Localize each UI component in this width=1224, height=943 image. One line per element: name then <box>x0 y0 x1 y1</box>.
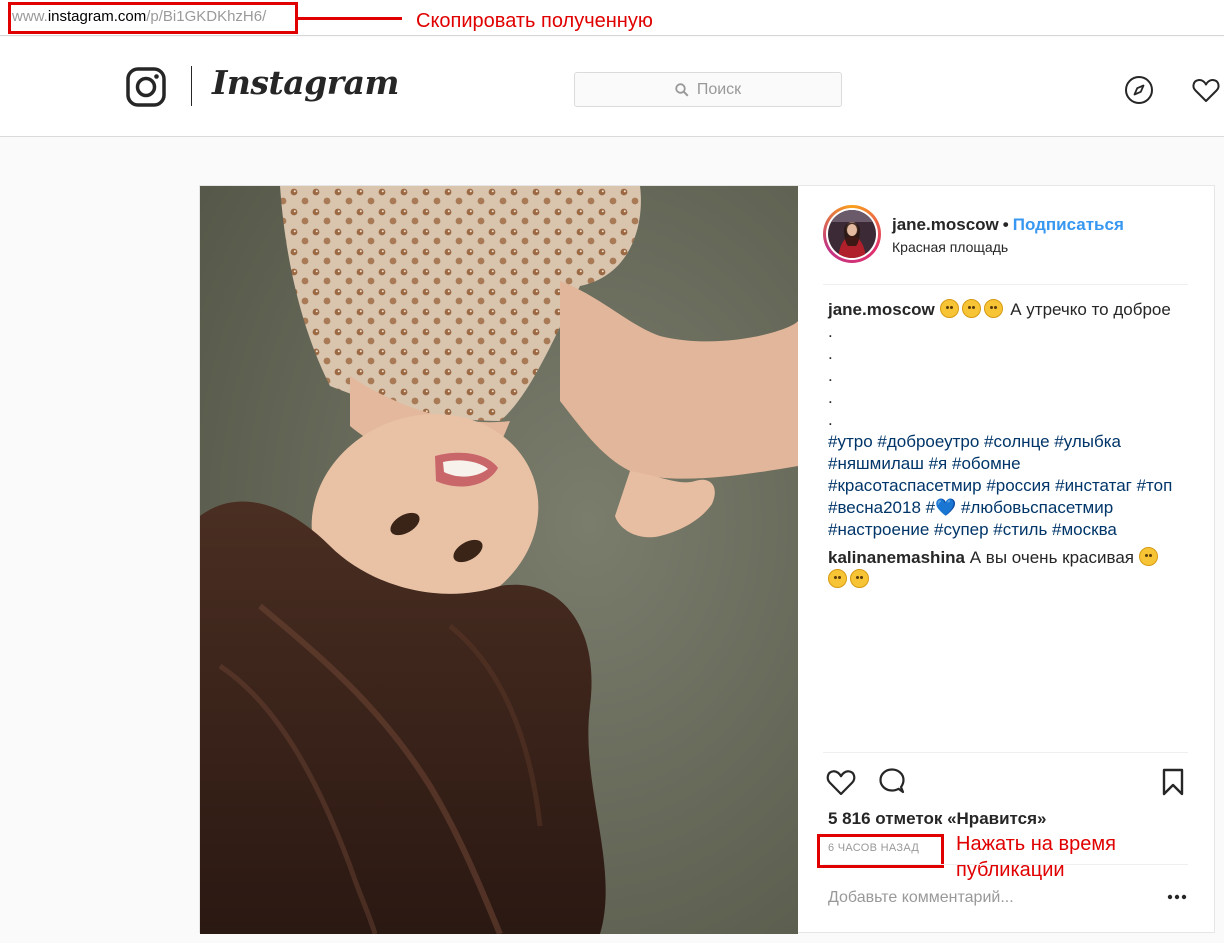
comment-input[interactable]: Добавьте комментарий... <box>828 889 1014 907</box>
divider <box>823 864 1188 865</box>
caption-dot: . <box>828 388 833 407</box>
divider <box>823 284 1188 285</box>
author-username[interactable]: jane.moscow <box>892 215 999 234</box>
heart-icon[interactable] <box>1191 75 1221 105</box>
smiley-icon <box>828 569 847 588</box>
compass-icon[interactable] <box>1124 75 1154 105</box>
timestamp-annotation: Нажать на время публикации <box>956 833 1116 881</box>
upside-down-face-icon <box>983 299 1003 318</box>
author-line: jane.moscow • Подписаться <box>892 215 1124 235</box>
caption-dot: . <box>828 410 833 429</box>
caption-dot: . <box>828 366 833 385</box>
avatar[interactable] <box>823 205 881 263</box>
search-input[interactable]: Поиск <box>574 72 842 107</box>
caption-line: jane.moscow А утречко то доброе <box>828 299 1188 321</box>
hashtag-line[interactable]: #няшмилаш #я #обомне <box>828 453 1188 475</box>
avatar-image <box>828 210 876 258</box>
post-author-row: jane.moscow • Подписаться Красная площадь <box>823 205 1188 265</box>
post-card: jane.moscow • Подписаться Красная площадь … <box>199 185 1216 934</box>
comment: kalinanemashina А вы очень красивая <box>828 547 1188 591</box>
upside-down-face-icon <box>961 299 981 318</box>
caption-dot: . <box>828 322 833 341</box>
caption-text: А утречко то доброе <box>1010 300 1171 319</box>
url-highlight-box <box>8 2 298 34</box>
comment-text: А вы очень красивая <box>969 548 1134 567</box>
likes-count[interactable]: 5 816 отметок «Нравится» <box>828 809 1046 829</box>
hashtag-line[interactable]: #весна2018 #💙 #любовьспасетмир <box>828 497 1188 519</box>
bookmark-icon[interactable] <box>1157 766 1189 798</box>
instagram-wordmark[interactable]: Instagram <box>212 63 399 102</box>
divider <box>823 752 1188 753</box>
comment-bubble-icon[interactable] <box>876 766 908 798</box>
hashtag-line[interactable]: #утро #доброеутро #солнце #улыбка <box>828 431 1188 453</box>
page: www.instagram.com/p/Bi1GKDKhzH6/ Скопиро… <box>0 0 1224 943</box>
follow-button[interactable]: Подписаться <box>1013 215 1124 234</box>
heart-outline-icon[interactable] <box>825 766 857 798</box>
hashtag-line[interactable]: #настроение #супер #стиль #москва <box>828 519 1188 541</box>
post-caption: jane.moscow А утречко то доброе . . . . … <box>828 299 1188 591</box>
post-photo-image <box>200 186 798 934</box>
instagram-header: Instagram Поиск <box>0 37 1224 137</box>
timestamp-highlight-box <box>817 834 944 868</box>
url-pointer-line <box>298 17 402 20</box>
more-dots-icon[interactable] <box>1166 891 1188 903</box>
upside-down-face-icon <box>939 299 959 318</box>
post-location[interactable]: Красная площадь <box>892 239 1008 255</box>
comment-username[interactable]: kalinanemashina <box>828 548 965 567</box>
logo-divider <box>191 66 192 106</box>
instagram-glyph-icon[interactable] <box>126 67 166 107</box>
author-separator: • <box>1002 215 1009 234</box>
caption-dot: . <box>828 344 833 363</box>
search-placeholder: Поиск <box>696 80 742 98</box>
search-icon <box>675 82 689 97</box>
hashtag-line[interactable]: #красотаспасетмир #россия #инстатаг #топ <box>828 475 1188 497</box>
caption-username[interactable]: jane.moscow <box>828 300 935 319</box>
smiley-icon <box>1138 547 1158 566</box>
post-sidebar: jane.moscow • Подписаться Красная площадь … <box>798 186 1216 934</box>
smiley-icon <box>850 569 869 588</box>
post-photo[interactable] <box>200 186 798 934</box>
